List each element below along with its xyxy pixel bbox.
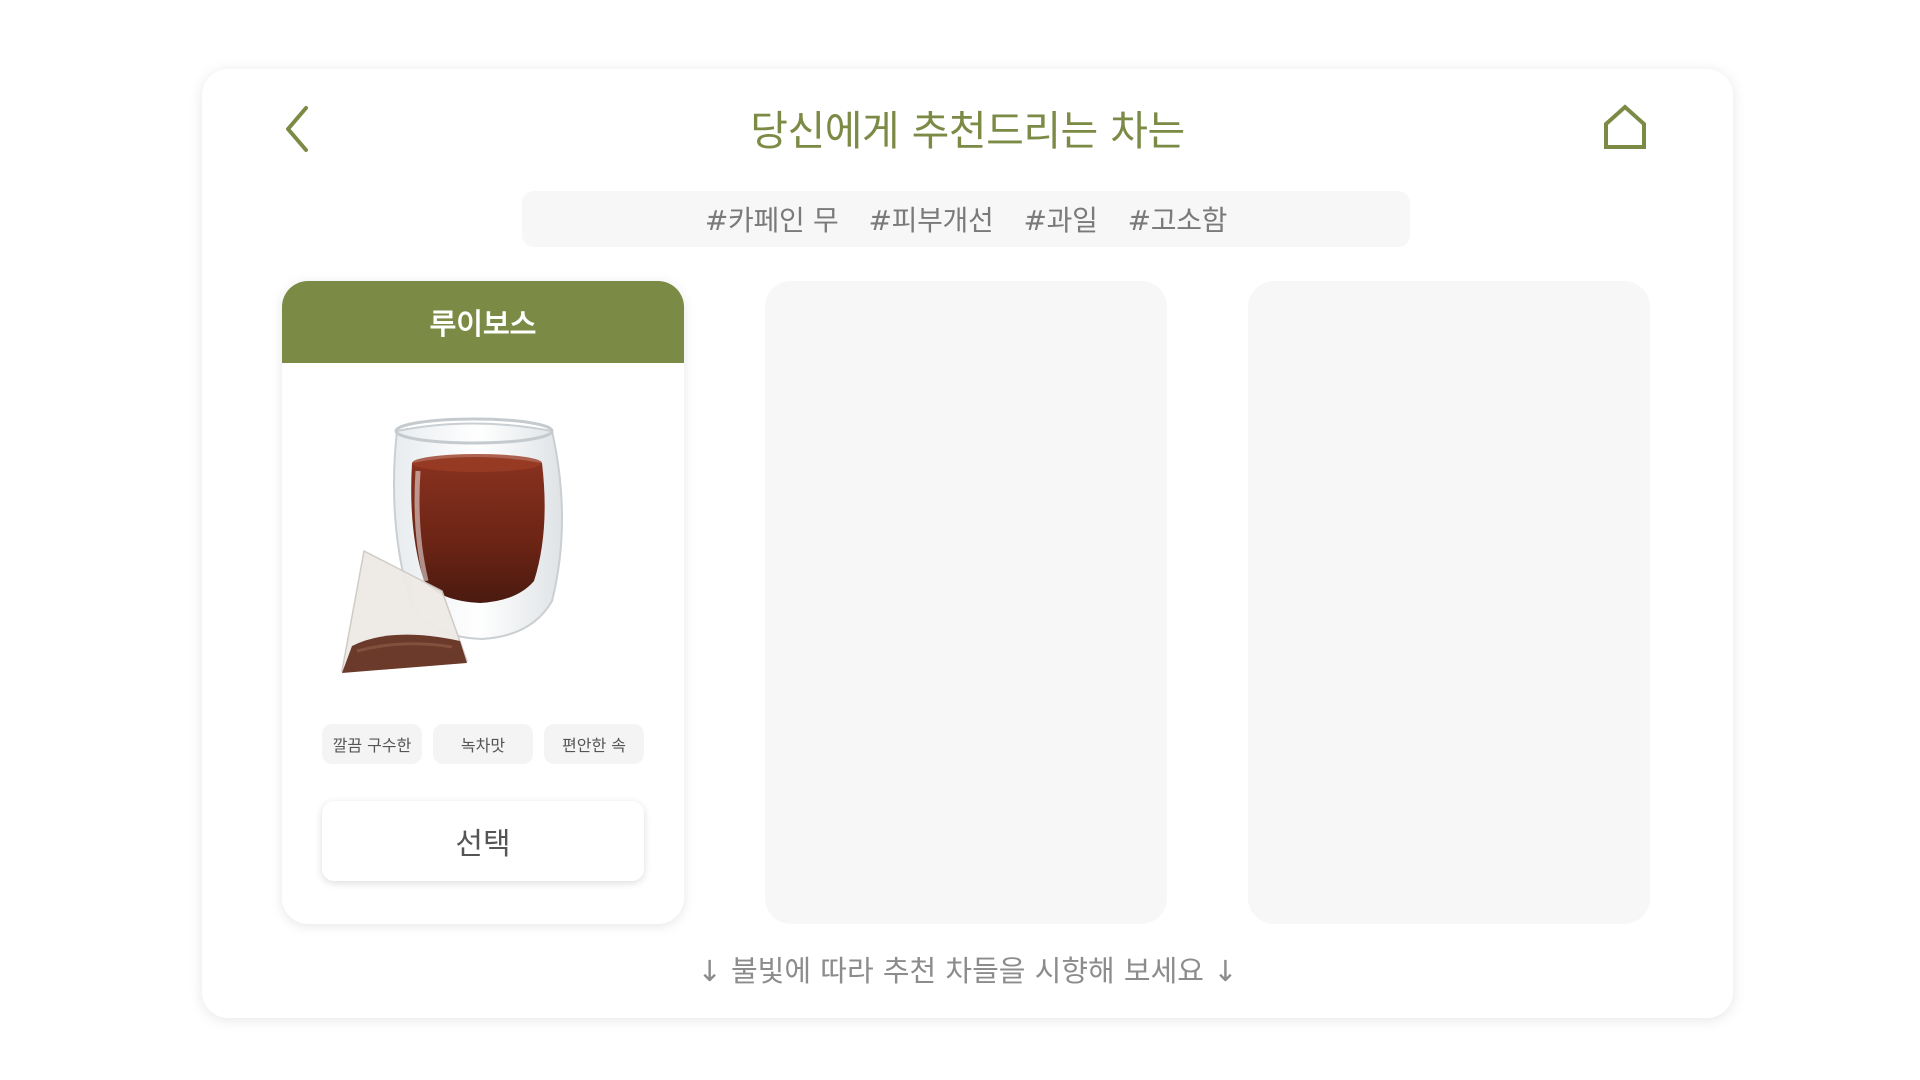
flavor-chip: 녹차맛 xyxy=(433,724,533,764)
home-icon xyxy=(1602,104,1648,154)
recommendation-panel: 당신에게 추천드리는 차는 #카페인 무 #피부개선 #과일 #고소함 루이보스 xyxy=(202,69,1733,1018)
tag-caffeine-free: #카페인 무 xyxy=(704,204,839,237)
tea-name: 루이보스 xyxy=(429,307,537,341)
flavor-chip: 깔끔 구수한 xyxy=(322,724,422,764)
tea-card-header: 루이보스 xyxy=(282,281,684,363)
page-title: 당신에게 추천드리는 차는 xyxy=(750,107,1185,155)
tea-image xyxy=(322,401,642,701)
tag-nutty: #고소함 xyxy=(1127,204,1228,237)
home-button[interactable] xyxy=(1600,101,1650,157)
tag-skin-improvement: #피부개선 xyxy=(868,204,994,237)
empty-tea-card xyxy=(765,281,1167,924)
preference-tag-bar: #카페인 무 #피부개선 #과일 #고소함 xyxy=(522,191,1410,247)
flavor-chips: 깔끔 구수한 녹차맛 편안한 속 xyxy=(322,724,644,764)
tag-fruit: #과일 xyxy=(1023,204,1098,237)
flavor-chip: 편안한 속 xyxy=(544,724,644,764)
tea-card: 루이보스 깔끔 구수한 녹차맛 편안한 속 선택 xyxy=(282,281,684,924)
select-button[interactable]: 선택 xyxy=(322,801,644,881)
empty-tea-card xyxy=(1248,281,1650,924)
scent-hint-text: ↓ 불빛에 따라 추천 차들을 시향해 보세요 ↓ xyxy=(697,954,1238,988)
